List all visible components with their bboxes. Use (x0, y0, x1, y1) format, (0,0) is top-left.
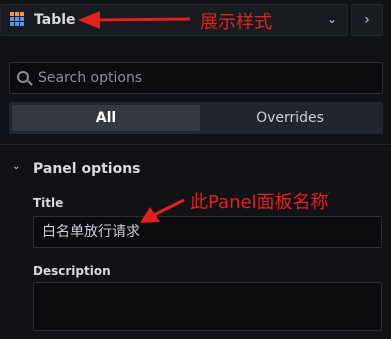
visualization-bar: Table ⌄ › (0, 0, 391, 41)
annotation-panel-name: 此Panel面板名称 (190, 192, 329, 213)
visualization-picker[interactable]: Table ⌄ (0, 4, 348, 36)
description-textarea[interactable] (33, 282, 382, 331)
visualization-name: Table (34, 12, 76, 28)
search-icon (17, 71, 29, 83)
table-icon (10, 12, 26, 28)
title-input[interactable]: 白名单放行请求 (33, 216, 382, 248)
chevron-right-button[interactable]: › (351, 4, 383, 36)
section-title: Panel options (33, 161, 141, 177)
description-label: Description (33, 264, 111, 278)
options-tabs: All Overrides (9, 102, 383, 134)
chevron-down-icon[interactable]: ⌄ (12, 161, 20, 172)
tab-overrides[interactable]: Overrides (200, 105, 380, 131)
title-label: Title (33, 196, 64, 210)
panel-options-header[interactable]: ⌄ Panel options (0, 145, 391, 190)
tab-all[interactable]: All (12, 105, 200, 131)
chevron-down-icon[interactable]: ⌄ (327, 12, 337, 26)
annotation-display-style: 展示样式 (200, 12, 272, 33)
search-box[interactable] (9, 62, 383, 94)
search-input[interactable] (38, 63, 378, 93)
